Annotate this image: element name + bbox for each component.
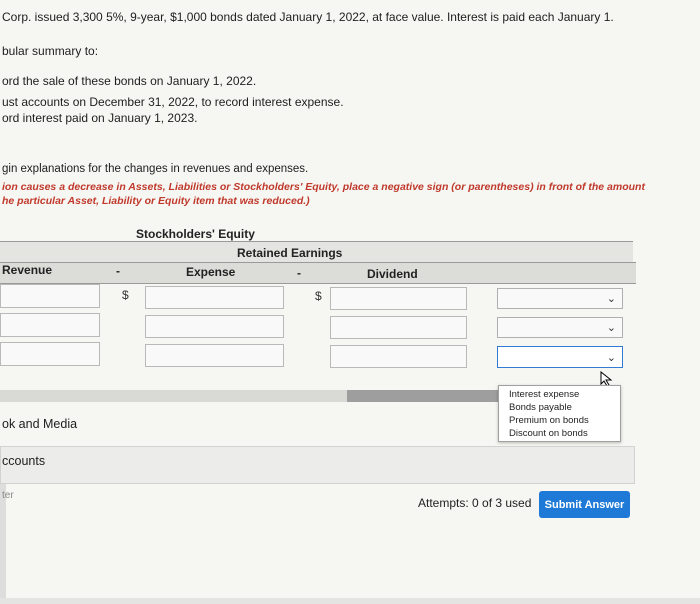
dollar-sign-dividend: $ — [315, 289, 322, 303]
revenue-input-row1[interactable] — [0, 284, 100, 308]
accounts-panel — [0, 446, 635, 484]
dollar-sign-expense: $ — [122, 288, 129, 302]
chevron-down-icon: ⌄ — [606, 351, 616, 364]
revenue-input-row2[interactable] — [0, 313, 100, 337]
expense-input-row2[interactable] — [145, 315, 284, 338]
dividend-input-row3[interactable] — [330, 345, 467, 368]
requirement-item-3: ord interest paid on January 1, 2023. — [2, 111, 198, 125]
ebook-and-media-link[interactable]: ok and Media — [2, 417, 77, 431]
requirement-item-1: ord the sale of these bonds on January 1… — [2, 74, 257, 88]
instruction-negative-sign-1: ion causes a decrease in Assets, Liabili… — [2, 181, 645, 193]
tabular-summary-label: bular summary to: — [2, 44, 99, 58]
revenue-input-row3[interactable] — [0, 342, 100, 366]
dividend-input-row1[interactable] — [330, 287, 467, 310]
header-band-lower — [0, 262, 636, 284]
requirement-item-2: ust accounts on December 31, 2022, to re… — [2, 95, 344, 109]
explanation-select-row2[interactable]: ⌄ — [497, 317, 623, 338]
explanation-dropdown-list: Interest expense Bonds payable Premium o… — [498, 385, 621, 442]
chart-of-accounts-link[interactable]: ccounts — [2, 454, 45, 468]
chevron-down-icon: ⌄ — [606, 322, 616, 334]
dropdown-option-discount-on-bonds[interactable]: Discount on bonds — [499, 427, 620, 440]
submit-answer-button[interactable]: Submit Answer — [539, 491, 630, 518]
expense-input-row3[interactable] — [145, 344, 284, 367]
revenue-header: Revenue — [2, 263, 53, 277]
enter-label: ter — [2, 490, 14, 501]
minus-sign-2: - — [297, 266, 301, 280]
chevron-down-icon: ⌄ — [606, 293, 616, 305]
stockholders-equity-header: Stockholders' Equity — [136, 227, 255, 241]
minus-sign-1: - — [116, 264, 120, 278]
instruction-text: gin explanations for the changes in reve… — [2, 163, 309, 175]
dropdown-option-interest-expense[interactable]: Interest expense — [499, 388, 620, 401]
explanation-select-row1[interactable]: ⌄ — [497, 288, 623, 309]
expense-input-row1[interactable] — [145, 286, 284, 309]
dividend-input-row2[interactable] — [330, 316, 467, 339]
dropdown-option-premium-on-bonds[interactable]: Premium on bonds — [499, 414, 620, 427]
attempts-counter: Attempts: 0 of 3 used — [418, 496, 532, 510]
instruction-negative-sign-2: he particular Asset, Liability or Equity… — [2, 195, 310, 207]
dropdown-option-bonds-payable[interactable]: Bonds payable — [499, 401, 620, 414]
expense-header: Expense — [186, 265, 236, 279]
bottom-edge — [0, 598, 700, 604]
retained-earnings-header: Retained Earnings — [237, 246, 343, 260]
totals-row-dark — [347, 390, 507, 402]
dividend-header: Dividend — [367, 267, 418, 281]
left-edge-strip — [0, 484, 6, 602]
problem-statement: Corp. issued 3,300 5%, 9-year, $1,000 bo… — [2, 10, 614, 24]
explanation-select-row3[interactable]: ⌄ — [497, 346, 623, 368]
